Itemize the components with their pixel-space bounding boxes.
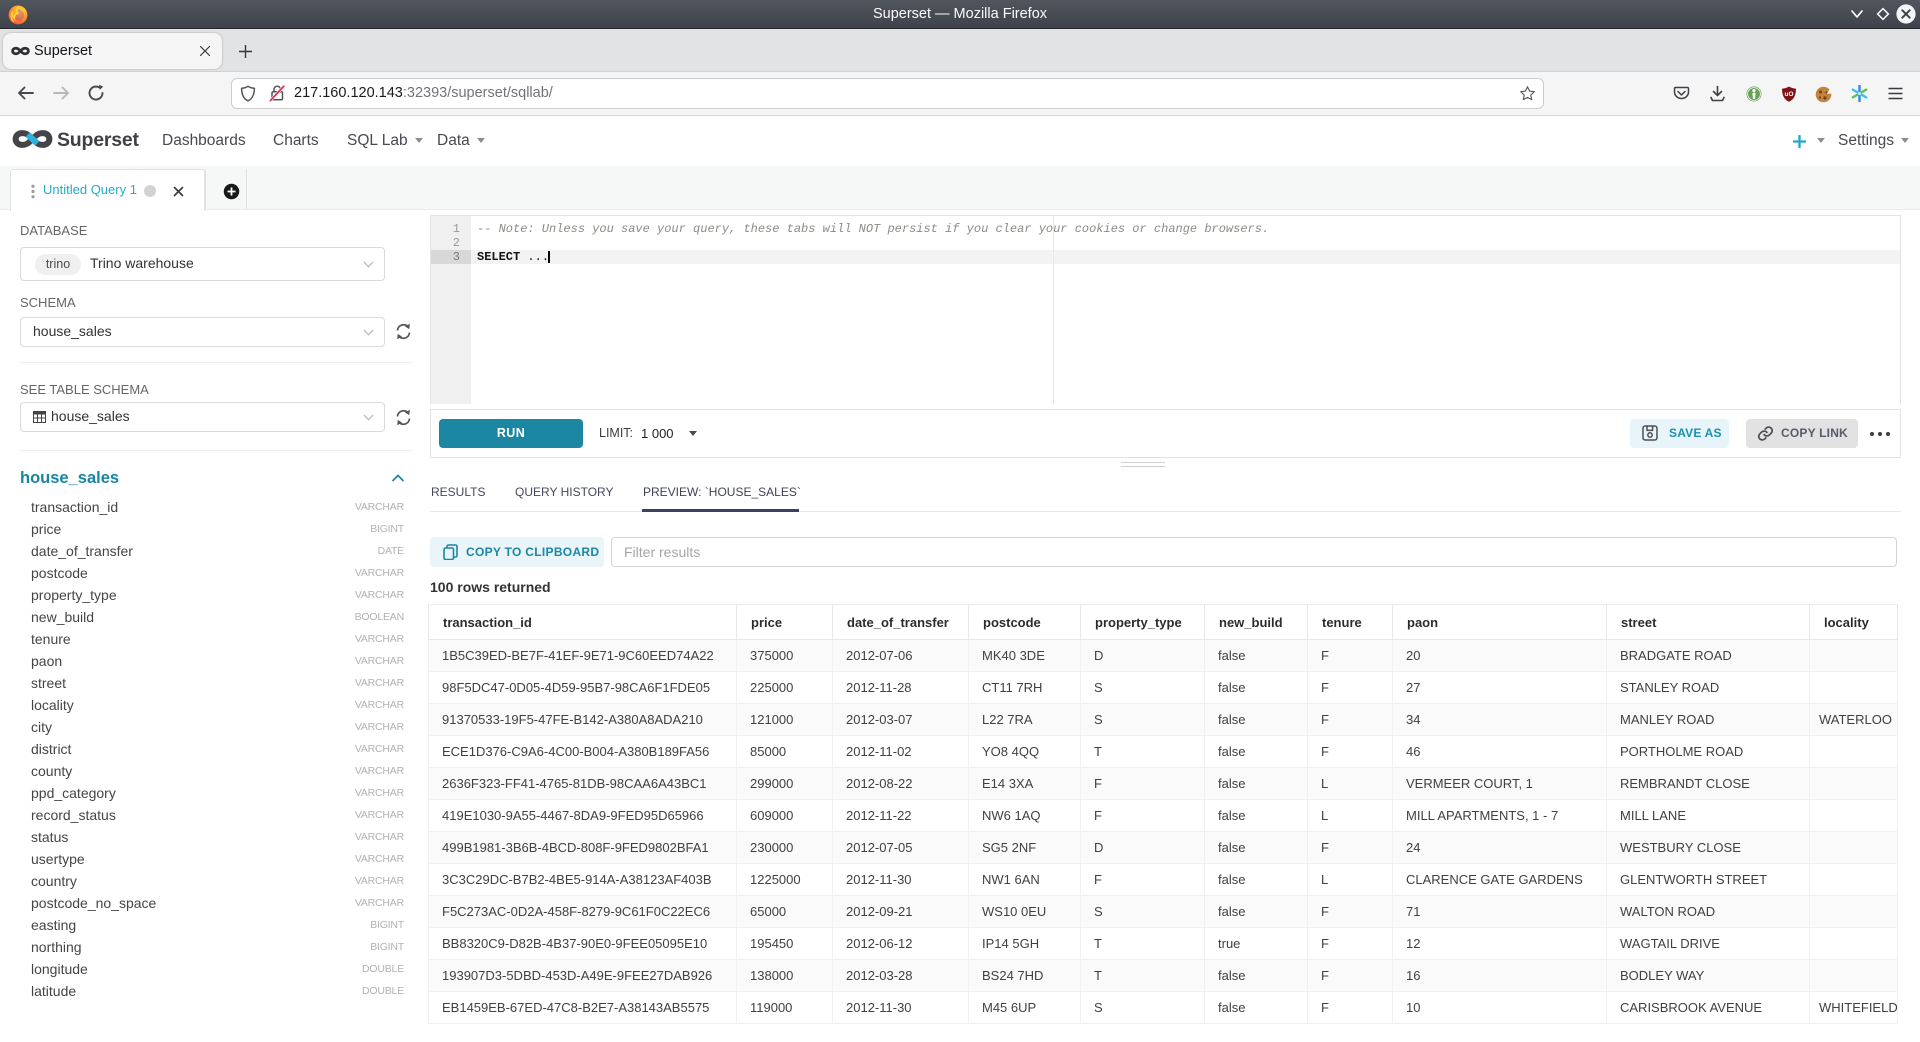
svg-text:uO: uO (1784, 91, 1793, 98)
